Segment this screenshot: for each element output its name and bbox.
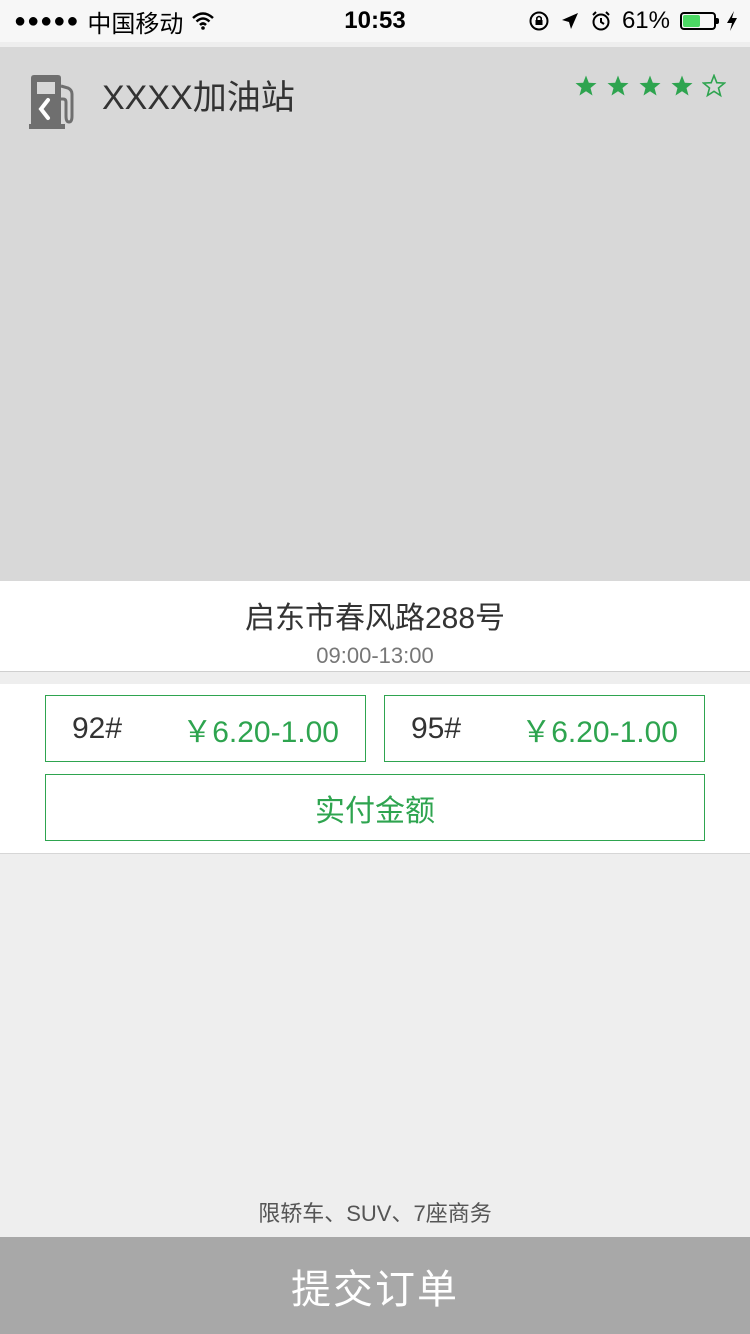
station-name: XXXX加油站: [102, 79, 295, 117]
orientation-lock-icon: [529, 11, 549, 31]
station-image-area: [0, 47, 750, 581]
charging-bolt-icon: [727, 11, 737, 31]
carrier-name: 中国移动: [87, 10, 184, 38]
fuel-option-92[interactable]: 92# ￥6.20-1.00: [45, 695, 366, 762]
star-filled-icon: [639, 75, 661, 96]
fuel-grade: 95#: [411, 711, 462, 745]
battery-percent: 61%: [621, 7, 670, 34]
status-bar: ●●●●● 中国移动 10:53 61%: [0, 0, 750, 42]
address-section: 启东市春风路288号 09:00-13:00: [0, 581, 750, 672]
status-right: 61%: [528, 7, 750, 35]
fuel-price: ￥6.20-1.00: [182, 715, 339, 749]
status-left: ●●●●● 中国移动: [0, 4, 215, 39]
station-address: 启东市春风路288号: [244, 602, 506, 635]
battery-level: [683, 15, 700, 27]
vehicle-restriction-note: 限轿车、SUV、7座商务: [258, 1201, 492, 1226]
wifi-icon: [192, 12, 215, 30]
signal-strength: ●●●●●: [14, 9, 80, 32]
price-panel: 92# ￥6.20-1.00 95# ￥6.20-1.00 实付金额: [0, 684, 750, 854]
business-hours: 09:00-13:00: [316, 643, 434, 668]
battery-icon: [680, 12, 719, 30]
submit-order-button[interactable]: 提交订单: [0, 1237, 750, 1334]
star-filled-icon: [575, 75, 597, 96]
fuel-price: ￥6.20-1.00: [521, 715, 678, 749]
fuel-pump-back-icon[interactable]: [28, 72, 80, 132]
fuel-grade: 92#: [72, 711, 123, 745]
star-outline-icon: [702, 74, 726, 98]
star-filled-icon: [607, 75, 629, 96]
alarm-icon: [592, 11, 610, 31]
rating-stars: [574, 74, 726, 98]
actual-payment-button[interactable]: 实付金额: [45, 774, 705, 841]
location-arrow-icon: [561, 13, 578, 29]
star-filled-icon: [671, 75, 693, 96]
fuel-option-95[interactable]: 95# ￥6.20-1.00: [384, 695, 705, 762]
